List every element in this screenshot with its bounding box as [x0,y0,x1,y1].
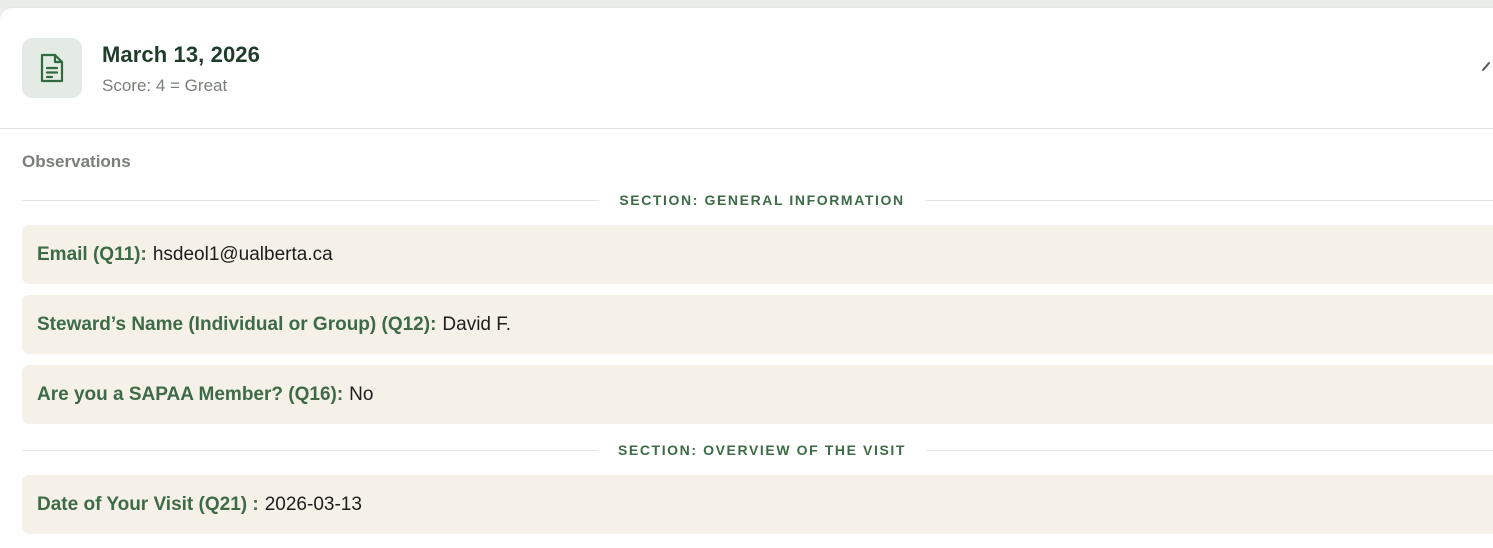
field-value: hsdeol1@ualberta.ca [152,243,333,265]
document-icon [22,38,82,98]
field-label: Steward’s Name (Individual or Group) (Q1… [37,313,437,335]
chevron-up-icon[interactable] [1480,58,1493,74]
divider-line [22,449,598,451]
section-title: SECTION: GENERAL INFORMATION [619,192,905,208]
divider-line [924,199,1493,201]
field-steward-name: Steward’s Name (Individual or Group) (Q1… [22,295,1493,354]
field-value: 2026-03-13 [264,493,362,515]
field-visit-date: Date of Your Visit (Q21) : 2026-03-13 [22,475,1493,534]
observations-label: Observations [22,152,131,171]
field-label: Date of Your Visit (Q21) : [37,493,259,515]
field-label: Email (Q11): [37,243,147,265]
card-header[interactable]: March 13, 2026 Score: 4 = Great [0,8,1493,129]
field-email: Email (Q11): hsdeol1@ualberta.ca [22,225,1493,284]
field-label: Are you a SAPAA Member? (Q16): [37,383,344,405]
field-sapaa-member: Are you a SAPAA Member? (Q16): No [22,365,1493,424]
visit-date-title: March 13, 2026 [102,42,260,67]
divider-line [22,199,600,201]
divider-line [926,449,1493,451]
field-value: No [349,383,374,405]
section-divider-general: SECTION: GENERAL INFORMATION [22,190,1493,210]
section-title: SECTION: OVERVIEW OF THE VISIT [617,442,907,458]
observation-card: March 13, 2026 Score: 4 = Great Observat… [0,8,1493,548]
field-value: David F. [442,313,512,335]
visit-score: Score: 4 = Great [102,76,228,95]
top-strip [0,0,1493,8]
section-divider-overview: SECTION: OVERVIEW OF THE VISIT [22,440,1493,460]
